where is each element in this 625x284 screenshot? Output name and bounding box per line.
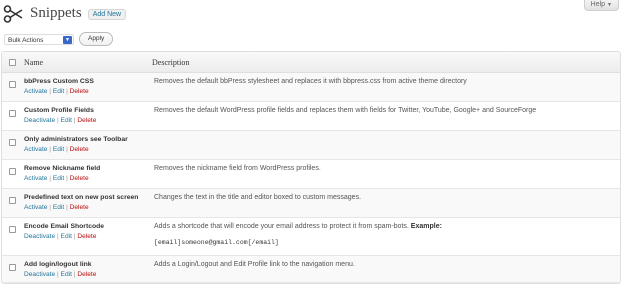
snippet-name: Custom Profile Fields xyxy=(24,107,94,114)
snippet-description: Adds a Login/Logout and Edit Profile lin… xyxy=(154,261,355,268)
chevron-down-icon: ▼ xyxy=(63,35,72,44)
snippet-description: Adds a shortcode that will encode your e… xyxy=(154,223,409,230)
triangle-down-icon: ▼ xyxy=(607,2,612,8)
row-actions: Deactivate | Edit | Delete xyxy=(24,233,152,240)
edit-link[interactable]: Edit xyxy=(61,233,72,240)
toggle-link[interactable]: Activate xyxy=(24,175,47,182)
edit-link[interactable]: Edit xyxy=(53,146,64,153)
snippet-description: Removes the default WordPress profile fi… xyxy=(154,107,537,114)
toggle-link[interactable]: Activate xyxy=(24,146,47,153)
table-row: Encode Email Shortcode Deactivate | Edit … xyxy=(2,218,620,256)
delete-link[interactable]: Delete xyxy=(70,204,89,211)
table-row: Remove Nickname field Activate | Edit | D… xyxy=(2,160,620,189)
example-code: [email]someone@gmail.com[/email] xyxy=(154,239,279,246)
snippet-name: Only administrators see Toolbar xyxy=(24,136,128,143)
add-new-button[interactable]: Add New xyxy=(87,8,127,20)
page-title: Snippets xyxy=(30,4,82,21)
edit-link[interactable]: Edit xyxy=(61,271,72,278)
table-row: Custom Profile Fields Deactivate | Edit |… xyxy=(2,102,620,131)
table-row: Predefined text on new post screen Activa… xyxy=(2,189,620,218)
delete-link[interactable]: Delete xyxy=(77,271,96,278)
table-header: Name Description xyxy=(2,52,620,73)
row-checkbox[interactable] xyxy=(8,139,16,146)
snippet-name: Predefined text on new post screen xyxy=(24,194,139,201)
row-actions: Deactivate | Edit | Delete xyxy=(24,117,152,124)
example-label: Example: xyxy=(410,223,442,230)
snippets-table: Name Description bbPress Custom CSS Activ… xyxy=(1,51,621,284)
row-checkbox[interactable] xyxy=(8,264,16,271)
bulk-actions-value: Bulk Actions xyxy=(8,36,44,44)
column-name[interactable]: Name xyxy=(22,58,152,67)
row-actions: Activate | Edit | Delete xyxy=(24,175,152,182)
edit-link[interactable]: Edit xyxy=(53,175,64,182)
apply-button[interactable]: Apply xyxy=(79,32,114,46)
bulk-actions-select[interactable]: Bulk Actions ▼ xyxy=(4,33,74,45)
bulk-actions-bar: Bulk Actions ▼ Apply xyxy=(4,32,114,46)
select-all-checkbox[interactable] xyxy=(8,58,16,66)
page-header: Snippets Add New xyxy=(3,4,127,24)
row-actions: Activate | Edit | Delete xyxy=(24,146,152,153)
toggle-link[interactable]: Deactivate xyxy=(24,271,55,278)
snippet-description: Removes the default bbPress stylesheet a… xyxy=(154,78,467,85)
column-description: Description xyxy=(152,57,190,67)
row-actions: Activate | Edit | Delete xyxy=(24,88,152,95)
delete-link[interactable]: Delete xyxy=(77,117,96,124)
delete-link[interactable]: Delete xyxy=(70,88,89,95)
table-row: bbPress Custom CSS Activate | Edit | Dele… xyxy=(2,73,620,102)
toggle-link[interactable]: Activate xyxy=(24,88,47,95)
snippet-name: bbPress Custom CSS xyxy=(24,78,94,85)
toggle-link[interactable]: Activate xyxy=(24,204,47,211)
snippet-name: Add login/logout link xyxy=(24,261,92,268)
help-button[interactable]: Help ▼ xyxy=(583,0,619,11)
snippet-name: Remove Nickname field xyxy=(24,165,101,172)
help-label: Help xyxy=(590,1,606,8)
row-checkbox[interactable] xyxy=(8,226,16,233)
row-actions: Activate | Edit | Delete xyxy=(24,204,152,211)
row-actions: Deactivate | Edit | Delete xyxy=(24,271,152,278)
row-checkbox[interactable] xyxy=(8,168,16,175)
edit-link[interactable]: Edit xyxy=(53,88,64,95)
row-checkbox[interactable] xyxy=(8,81,16,88)
snippet-description: Removes the nickname field from WordPres… xyxy=(154,165,321,172)
table-row: Only administrators see Toolbar Activate … xyxy=(2,131,620,160)
scissors-icon xyxy=(3,5,23,23)
delete-link[interactable]: Delete xyxy=(70,175,89,182)
row-checkbox[interactable] xyxy=(8,110,16,117)
toggle-link[interactable]: Deactivate xyxy=(24,117,55,124)
edit-link[interactable]: Edit xyxy=(61,117,72,124)
snippet-name: Encode Email Shortcode xyxy=(24,223,105,230)
snippet-description: Changes the text in the title and editor… xyxy=(154,194,362,201)
table-row: Add login/logout link Deactivate | Edit |… xyxy=(2,256,620,283)
delete-link[interactable]: Delete xyxy=(77,233,96,240)
toggle-link[interactable]: Deactivate xyxy=(24,233,55,240)
delete-link[interactable]: Delete xyxy=(70,146,89,153)
row-checkbox[interactable] xyxy=(8,197,16,204)
edit-link[interactable]: Edit xyxy=(53,204,64,211)
